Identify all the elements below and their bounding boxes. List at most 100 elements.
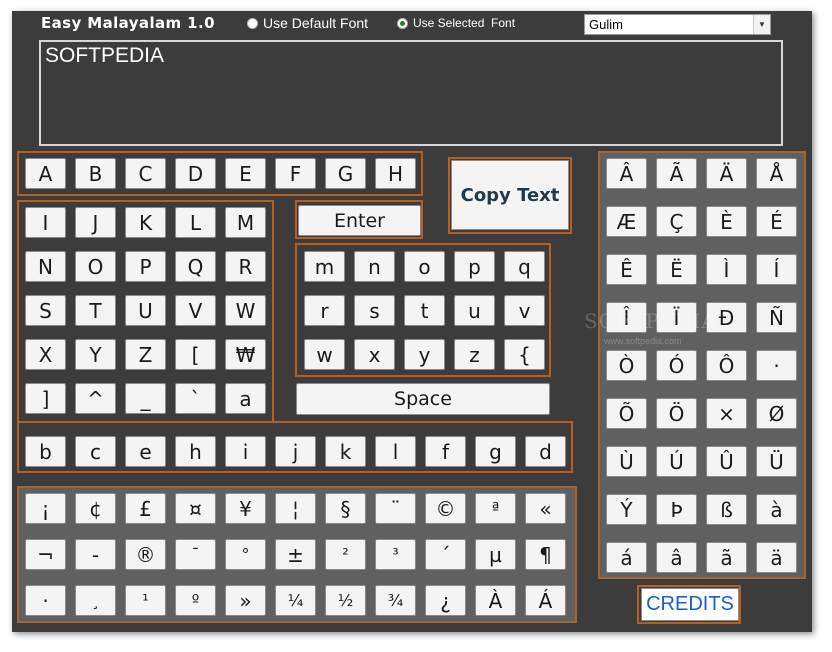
key[interactable]: v (504, 295, 545, 326)
key[interactable]: à (756, 494, 797, 525)
key[interactable]: ¥ (225, 493, 266, 524)
key[interactable]: [ (175, 339, 216, 370)
key[interactable]: w (304, 339, 345, 370)
selected-font-option[interactable]: Use Selected Font (397, 16, 515, 30)
credits-button[interactable]: CREDITS (641, 588, 739, 621)
key[interactable]: ° (225, 539, 266, 570)
key[interactable]: G (325, 158, 366, 189)
key[interactable]: X (25, 339, 66, 370)
chevron-down-icon[interactable]: ▼ (753, 15, 770, 34)
key[interactable]: Ö (656, 398, 697, 429)
key[interactable]: È (706, 206, 747, 237)
key[interactable]: ¸ (75, 585, 116, 616)
key[interactable]: Q (175, 251, 216, 282)
key[interactable]: n (354, 251, 395, 282)
key[interactable]: ¬ (25, 539, 66, 570)
key[interactable]: m (304, 251, 345, 282)
key[interactable]: ¤ (175, 493, 216, 524)
key[interactable]: Æ (606, 206, 647, 237)
key[interactable]: Â (606, 158, 647, 189)
key[interactable]: Á (525, 585, 566, 616)
key[interactable]: Ã (656, 158, 697, 189)
key[interactable]: P (125, 251, 166, 282)
key[interactable]: Ì (706, 254, 747, 285)
key[interactable]: f (425, 436, 466, 467)
key[interactable]: T (75, 295, 116, 326)
key[interactable]: C (125, 158, 166, 189)
key[interactable]: ½ (325, 585, 366, 616)
key[interactable]: e (125, 436, 166, 467)
key[interactable]: Å (756, 158, 797, 189)
key[interactable]: ¹ (125, 585, 166, 616)
key[interactable]: â (656, 542, 697, 573)
key[interactable]: ¶ (525, 539, 566, 570)
key[interactable]: W (225, 295, 266, 326)
key[interactable]: E (225, 158, 266, 189)
key[interactable]: b (25, 436, 66, 467)
key[interactable]: Ü (756, 446, 797, 477)
enter-button[interactable]: Enter (298, 205, 421, 236)
key[interactable]: ₩ (225, 339, 266, 370)
key[interactable]: J (75, 207, 116, 238)
key[interactable]: - (75, 539, 116, 570)
key[interactable]: ¨ (375, 493, 416, 524)
key[interactable]: V (175, 295, 216, 326)
key[interactable]: × (706, 398, 747, 429)
key[interactable]: Ê (606, 254, 647, 285)
key[interactable]: Z (125, 339, 166, 370)
key[interactable]: ® (125, 539, 166, 570)
key[interactable]: { (504, 339, 545, 370)
key[interactable]: Ë (656, 254, 697, 285)
key[interactable]: y (404, 339, 445, 370)
key[interactable]: d (525, 436, 566, 467)
key[interactable]: U (125, 295, 166, 326)
key[interactable]: A (25, 158, 66, 189)
key[interactable]: « (525, 493, 566, 524)
key[interactable]: i (225, 436, 266, 467)
key[interactable]: Î (606, 302, 647, 333)
key[interactable]: F (275, 158, 316, 189)
key[interactable]: § (325, 493, 366, 524)
key[interactable]: ¡ (25, 493, 66, 524)
key[interactable]: _ (125, 383, 166, 414)
key[interactable]: ± (275, 539, 316, 570)
key[interactable]: ¯ (175, 539, 216, 570)
key[interactable]: © (425, 493, 466, 524)
key[interactable]: Û (706, 446, 747, 477)
key[interactable]: ¼ (275, 585, 316, 616)
key[interactable]: Ñ (756, 302, 797, 333)
key[interactable]: z (454, 339, 495, 370)
key[interactable]: x (354, 339, 395, 370)
key[interactable]: L (175, 207, 216, 238)
key[interactable]: B (75, 158, 116, 189)
key[interactable]: Ú (656, 446, 697, 477)
key[interactable]: S (25, 295, 66, 326)
key[interactable]: a (225, 383, 266, 414)
key[interactable]: N (25, 251, 66, 282)
key[interactable]: h (175, 436, 216, 467)
key[interactable]: Ô (706, 350, 747, 381)
key[interactable]: c (75, 436, 116, 467)
key[interactable]: £ (125, 493, 166, 524)
key[interactable]: Ø (756, 398, 797, 429)
key[interactable]: j (275, 436, 316, 467)
key[interactable]: ¾ (375, 585, 416, 616)
key[interactable]: · (756, 350, 797, 381)
key[interactable]: Ý (606, 494, 647, 525)
key[interactable]: ´ (425, 539, 466, 570)
key[interactable]: Õ (606, 398, 647, 429)
space-button[interactable]: Space (296, 383, 550, 415)
key[interactable]: R (225, 251, 266, 282)
key[interactable]: Ù (606, 446, 647, 477)
default-font-option[interactable]: Use Default Font (247, 15, 368, 31)
key[interactable]: » (225, 585, 266, 616)
key[interactable]: ä (756, 542, 797, 573)
key[interactable]: ã (706, 542, 747, 573)
default-font-radio[interactable] (247, 17, 258, 29)
key[interactable]: I (25, 207, 66, 238)
key[interactable]: ¢ (75, 493, 116, 524)
key[interactable]: º (175, 585, 216, 616)
key[interactable]: ß (706, 494, 747, 525)
key[interactable]: Ç (656, 206, 697, 237)
key[interactable]: ª (475, 493, 516, 524)
